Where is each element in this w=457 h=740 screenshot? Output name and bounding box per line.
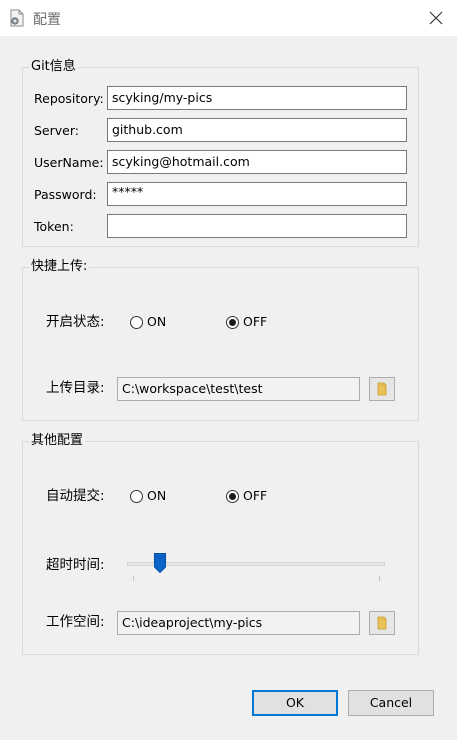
timeout-label: 超时时间: [46, 557, 105, 573]
username-input[interactable]: scyking@hotmail.com [107, 150, 407, 174]
quick-upload-legend: 快捷上传: [29, 259, 90, 274]
folder-icon [377, 382, 387, 396]
repository-label: Repository: [34, 91, 104, 106]
password-label: Password: [34, 187, 97, 202]
radio-circle [130, 489, 143, 503]
title-bar: 配置 [0, 0, 457, 36]
workspace-input[interactable]: C:\ideaproject\my-pics [117, 611, 360, 635]
repository-input[interactable]: scyking/my-pics [107, 86, 407, 110]
radio-label: ON [147, 488, 167, 503]
token-label: Token: [34, 219, 74, 234]
radio-circle-checked [226, 489, 239, 503]
window-title: 配置 [33, 12, 61, 28]
upload-on-radio[interactable]: ON [130, 314, 166, 330]
ok-button[interactable]: OK [252, 690, 338, 716]
cancel-button[interactable]: Cancel [348, 690, 434, 716]
radio-label: OFF [243, 488, 268, 503]
workspace-label: 工作空间: [46, 614, 105, 630]
workspace-browse-button[interactable] [369, 611, 395, 635]
auto-commit-off-radio[interactable]: OFF [226, 488, 267, 504]
radio-label: ON [147, 314, 167, 329]
other-settings-legend: 其他配置 [29, 433, 86, 448]
username-label: UserName: [34, 155, 104, 170]
radio-circle [130, 315, 143, 329]
upload-dir-input[interactable]: C:\workspace\test\test [117, 377, 360, 401]
close-button[interactable] [420, 3, 452, 33]
auto-commit-on-radio[interactable]: ON [130, 488, 166, 504]
token-input[interactable] [107, 214, 407, 238]
close-icon [429, 11, 443, 25]
git-info-legend: Git信息 [29, 59, 78, 74]
folder-icon [377, 616, 387, 630]
auto-commit-label: 自动提交: [46, 488, 105, 504]
upload-dir-label: 上传目录: [46, 380, 105, 396]
upload-dir-browse-button[interactable] [369, 377, 395, 401]
slider-tick-start [133, 576, 134, 581]
upload-status-label: 开启状态: [46, 314, 105, 330]
password-input[interactable]: ***** [107, 182, 407, 206]
document-gear-icon [9, 9, 25, 27]
server-label: Server: [34, 123, 79, 138]
slider-tick-end [379, 576, 380, 581]
radio-label: OFF [243, 314, 268, 329]
upload-off-radio[interactable]: OFF [226, 314, 267, 330]
radio-circle-checked [226, 315, 239, 329]
timeout-slider-thumb[interactable] [154, 553, 167, 576]
server-input[interactable]: github.com [107, 118, 407, 142]
